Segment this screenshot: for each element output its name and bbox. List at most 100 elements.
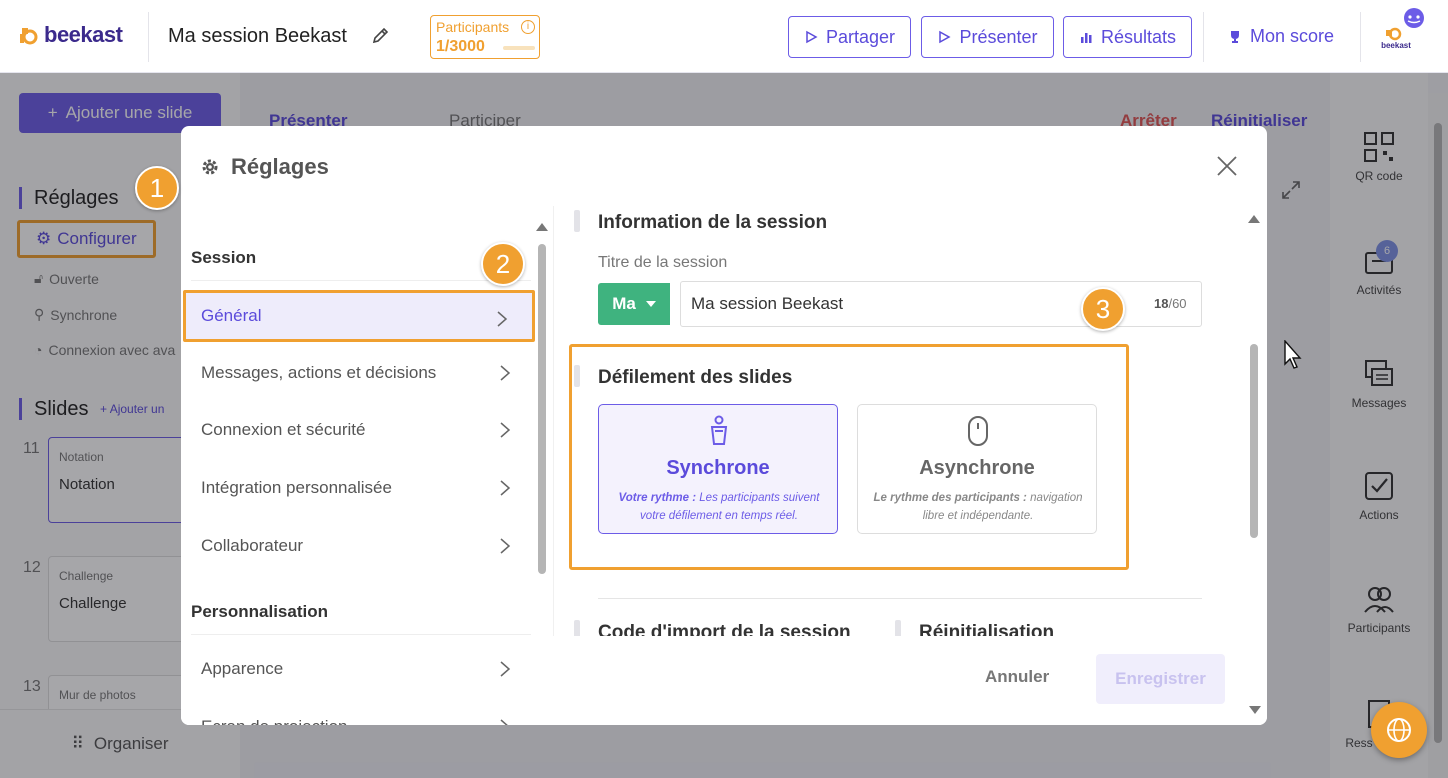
- nav-item-security[interactable]: Connexion et sécurité: [183, 404, 535, 456]
- participants-counter: Participants i 1/3000: [430, 15, 540, 59]
- chevron-right-icon: [500, 422, 511, 438]
- section-marker: [574, 620, 580, 636]
- separator: [148, 12, 149, 62]
- modal-footer: Annuler Enregistrer: [553, 636, 1267, 725]
- nav-item-label: Collaborateur: [201, 536, 304, 555]
- mode-synchronous[interactable]: Synchrone Votre rythme : Les participant…: [598, 404, 838, 534]
- scroll-down-icon[interactable]: [1249, 705, 1261, 715]
- nav-item-label: Ecran de projection: [201, 717, 347, 725]
- globe-icon: [1387, 718, 1411, 742]
- separator: [1360, 12, 1361, 62]
- presenter-icon: [710, 415, 728, 445]
- close-icon[interactable]: [1215, 154, 1239, 178]
- nav-scrollbar[interactable]: [536, 222, 548, 722]
- nav-item-general[interactable]: Général: [183, 290, 535, 342]
- my-score-label: Mon score: [1250, 26, 1335, 46]
- results-label: Résultats: [1100, 26, 1177, 47]
- my-score-button[interactable]: Mon score: [1228, 26, 1334, 47]
- nav-item-integration[interactable]: Intégration personnalisée: [183, 462, 535, 514]
- counter-max: /60: [1168, 296, 1187, 311]
- modal-title-text: Réglages: [231, 154, 329, 179]
- session-title-label: Titre de la session: [598, 254, 728, 271]
- scroll-up-icon[interactable]: [1248, 214, 1260, 224]
- chevron-right-icon: [500, 538, 511, 554]
- mode-description: Votre rythme : Les participants suivent …: [609, 489, 829, 525]
- nav-item-label: Général: [201, 306, 262, 325]
- caret-down-icon: [645, 301, 656, 307]
- mode-description: Le rythme des participants : navigation …: [868, 489, 1088, 525]
- slide-scroll-title: Défilement des slides: [598, 367, 793, 388]
- language-value: Ma: [612, 294, 636, 313]
- mouse-cursor-icon: [1284, 340, 1302, 369]
- divider: [191, 280, 531, 281]
- results-button[interactable]: Résultats: [1063, 16, 1192, 58]
- participants-label: Participants: [436, 19, 510, 35]
- info-icon[interactable]: i: [521, 20, 535, 34]
- divider: [598, 598, 1202, 599]
- bar-chart-icon: [1080, 33, 1092, 43]
- present-button[interactable]: Présenter: [921, 16, 1054, 58]
- step-marker-3: 3: [1081, 287, 1125, 331]
- nav-item-projection[interactable]: Ecran de projection: [183, 701, 535, 725]
- help-button[interactable]: [1371, 702, 1427, 758]
- mode-title: Synchrone: [666, 457, 770, 479]
- avatar[interactable]: beekast: [1378, 8, 1426, 56]
- nav-scroll-thumb[interactable]: [538, 244, 546, 574]
- chevron-right-icon: [500, 661, 511, 677]
- nav-item-messages[interactable]: Messages, actions et décisions: [183, 347, 535, 399]
- participants-progress: [503, 46, 535, 50]
- mode-desc-bold: Votre rythme :: [618, 492, 697, 504]
- cancel-button[interactable]: Annuler: [985, 667, 1049, 687]
- beekast-logo-icon: [20, 28, 38, 45]
- play-outline-icon: [939, 30, 952, 44]
- settings-modal: Réglages Session Général Messages, actio…: [181, 126, 1267, 725]
- nav-item-appearance[interactable]: Apparence: [183, 643, 535, 695]
- logo-text: beekast: [44, 22, 123, 47]
- section-marker: [574, 365, 580, 387]
- modal-title: Réglages: [201, 154, 329, 180]
- nav-item-label: Intégration personnalisée: [201, 478, 392, 497]
- share-label: Partager: [825, 26, 896, 47]
- mode-title: Asynchrone: [919, 457, 1035, 479]
- content-scroll-thumb[interactable]: [1250, 344, 1258, 538]
- share-button[interactable]: Partager: [788, 16, 911, 58]
- separator: [1203, 12, 1204, 62]
- settings-content: Information de la session Titre de la se…: [553, 206, 1267, 636]
- section-marker: [895, 620, 901, 636]
- scroll-up-icon[interactable]: [536, 222, 548, 232]
- chevron-right-icon: [497, 311, 508, 327]
- reset-title: Réinitialisation: [919, 622, 1055, 636]
- chevron-right-icon: [500, 719, 508, 725]
- step-marker-1: 1: [135, 166, 179, 210]
- step-marker-2: 2: [481, 242, 525, 286]
- present-label: Présenter: [959, 26, 1038, 47]
- save-button[interactable]: Enregistrer: [1096, 654, 1225, 704]
- trophy-icon: [1231, 30, 1239, 43]
- counter-current: 18: [1154, 296, 1169, 311]
- session-title: Ma session Beekast: [168, 25, 347, 47]
- section-marker: [574, 210, 580, 232]
- session-info-title: Information de la session: [598, 212, 828, 233]
- settings-nav: Session Général Messages, actions et déc…: [181, 216, 553, 725]
- play-outline-icon: [806, 30, 818, 44]
- title-char-counter: 18/60: [1154, 296, 1187, 311]
- nav-item-label: Connexion et sécurité: [201, 420, 366, 439]
- nav-item-label: Apparence: [201, 659, 284, 678]
- avatar-text: beekast: [1381, 41, 1411, 50]
- chevron-right-icon: [500, 480, 511, 496]
- nav-item-collaborator[interactable]: Collaborateur: [183, 520, 535, 572]
- gear-icon: [202, 159, 218, 175]
- nav-section-customization: Personnalisation: [191, 602, 328, 621]
- mouse-icon: [968, 416, 988, 446]
- pencil-icon[interactable]: [370, 26, 390, 46]
- language-dropdown[interactable]: Ma: [598, 283, 670, 325]
- beekast-logo[interactable]: beekast: [18, 22, 123, 48]
- mode-desc-bold: Le rythme des participants :: [873, 492, 1027, 504]
- import-code-title: Code d'import de la session: [598, 622, 851, 636]
- nav-item-label: Messages, actions et décisions: [201, 363, 437, 382]
- content-scrollbar[interactable]: [1248, 214, 1260, 636]
- participants-count: 1/3000: [436, 38, 485, 55]
- mode-asynchronous[interactable]: Asynchrone Le rythme des participants : …: [857, 404, 1097, 534]
- chevron-right-icon: [500, 365, 511, 381]
- top-bar: beekast Ma session Beekast Participants …: [0, 0, 1448, 73]
